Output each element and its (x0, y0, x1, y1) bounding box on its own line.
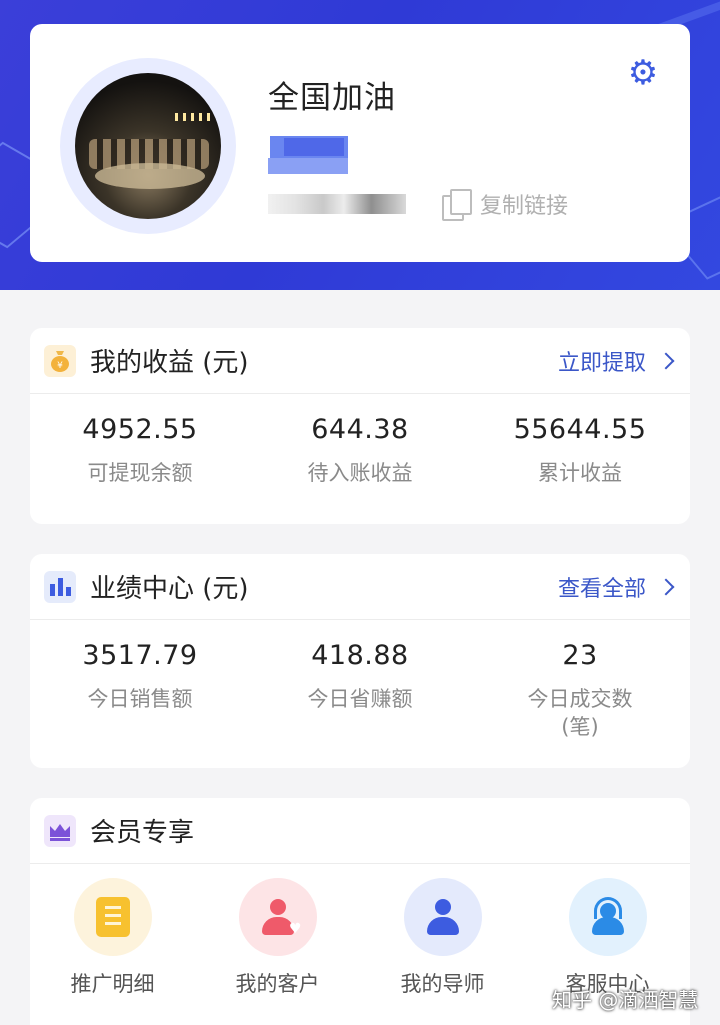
customer-service-item[interactable]: 客服中心 (525, 878, 690, 998)
earnings-header: ¥ 我的收益 (元) 立即提取 (30, 328, 690, 394)
avatar-ring (60, 58, 236, 234)
view-all-link[interactable]: 查看全部 (558, 554, 675, 620)
stat-pending[interactable]: 644.38 待入账收益 (250, 414, 470, 487)
performance-title: 业绩中心 (元) (90, 574, 249, 604)
stat-today-deals[interactable]: 23 今日成交数 (笔) (470, 640, 690, 741)
settings-gear-icon[interactable]: ⚙ (626, 56, 660, 90)
membership-header: 会员专享 (30, 798, 690, 864)
stat-today-savings[interactable]: 418.88 今日省赚额 (250, 640, 470, 741)
earnings-card: ¥ 我的收益 (元) 立即提取 4952.55 可提现余额 644.38 待入账… (30, 328, 690, 524)
membership-menu: 推广明细 ♥ 我的客户 我的导师 客服中心 (30, 864, 690, 998)
customer-icon: ♥ (258, 897, 302, 937)
withdraw-now-link[interactable]: 立即提取 (558, 328, 675, 394)
performance-card: 业绩中心 (元) 查看全部 3517.79 今日销售额 418.88 今日省赚额… (30, 554, 690, 768)
bar-chart-icon (44, 570, 76, 603)
stat-total[interactable]: 55644.55 累计收益 (470, 414, 690, 487)
copy-link-label: 复制链接 (480, 194, 569, 219)
profile-card: 全国加油 复制链接 ⚙ (30, 24, 690, 262)
promotion-details-item[interactable]: 推广明细 (30, 878, 195, 998)
redacted-id (268, 194, 406, 214)
my-mentor-item[interactable]: 我的导师 (360, 878, 525, 998)
customer-service-icon (588, 897, 628, 937)
money-bag-icon: ¥ (44, 344, 76, 377)
svg-text:¥: ¥ (57, 361, 63, 371)
username: 全国加油 (268, 80, 396, 116)
performance-stats: 3517.79 今日销售额 418.88 今日省赚额 23 今日成交数 (笔) (30, 620, 690, 741)
chevron-right-icon (657, 578, 675, 596)
chevron-right-icon (657, 352, 675, 370)
performance-header: 业绩中心 (元) 查看全部 (30, 554, 690, 620)
copy-link-button[interactable]: 复制链接 (442, 188, 569, 221)
avatar[interactable] (75, 73, 221, 219)
mentor-icon (423, 897, 463, 937)
membership-title: 会员专享 (90, 818, 195, 848)
stat-withdrawable[interactable]: 4952.55 可提现余额 (30, 414, 250, 487)
document-icon (95, 897, 130, 937)
heart-icon: ♥ (288, 921, 302, 937)
earnings-title: 我的收益 (元) (90, 348, 249, 378)
watermark: 知乎 @滴洒智慧 (552, 988, 699, 1012)
crown-icon (44, 814, 76, 847)
copy-icon (442, 189, 472, 221)
my-customers-item[interactable]: ♥ 我的客户 (195, 878, 360, 998)
earnings-stats: 4952.55 可提现余额 644.38 待入账收益 55644.55 累计收益 (30, 394, 690, 487)
redacted-info (268, 158, 348, 174)
redacted-info (284, 138, 344, 156)
stat-today-sales[interactable]: 3517.79 今日销售额 (30, 640, 250, 741)
